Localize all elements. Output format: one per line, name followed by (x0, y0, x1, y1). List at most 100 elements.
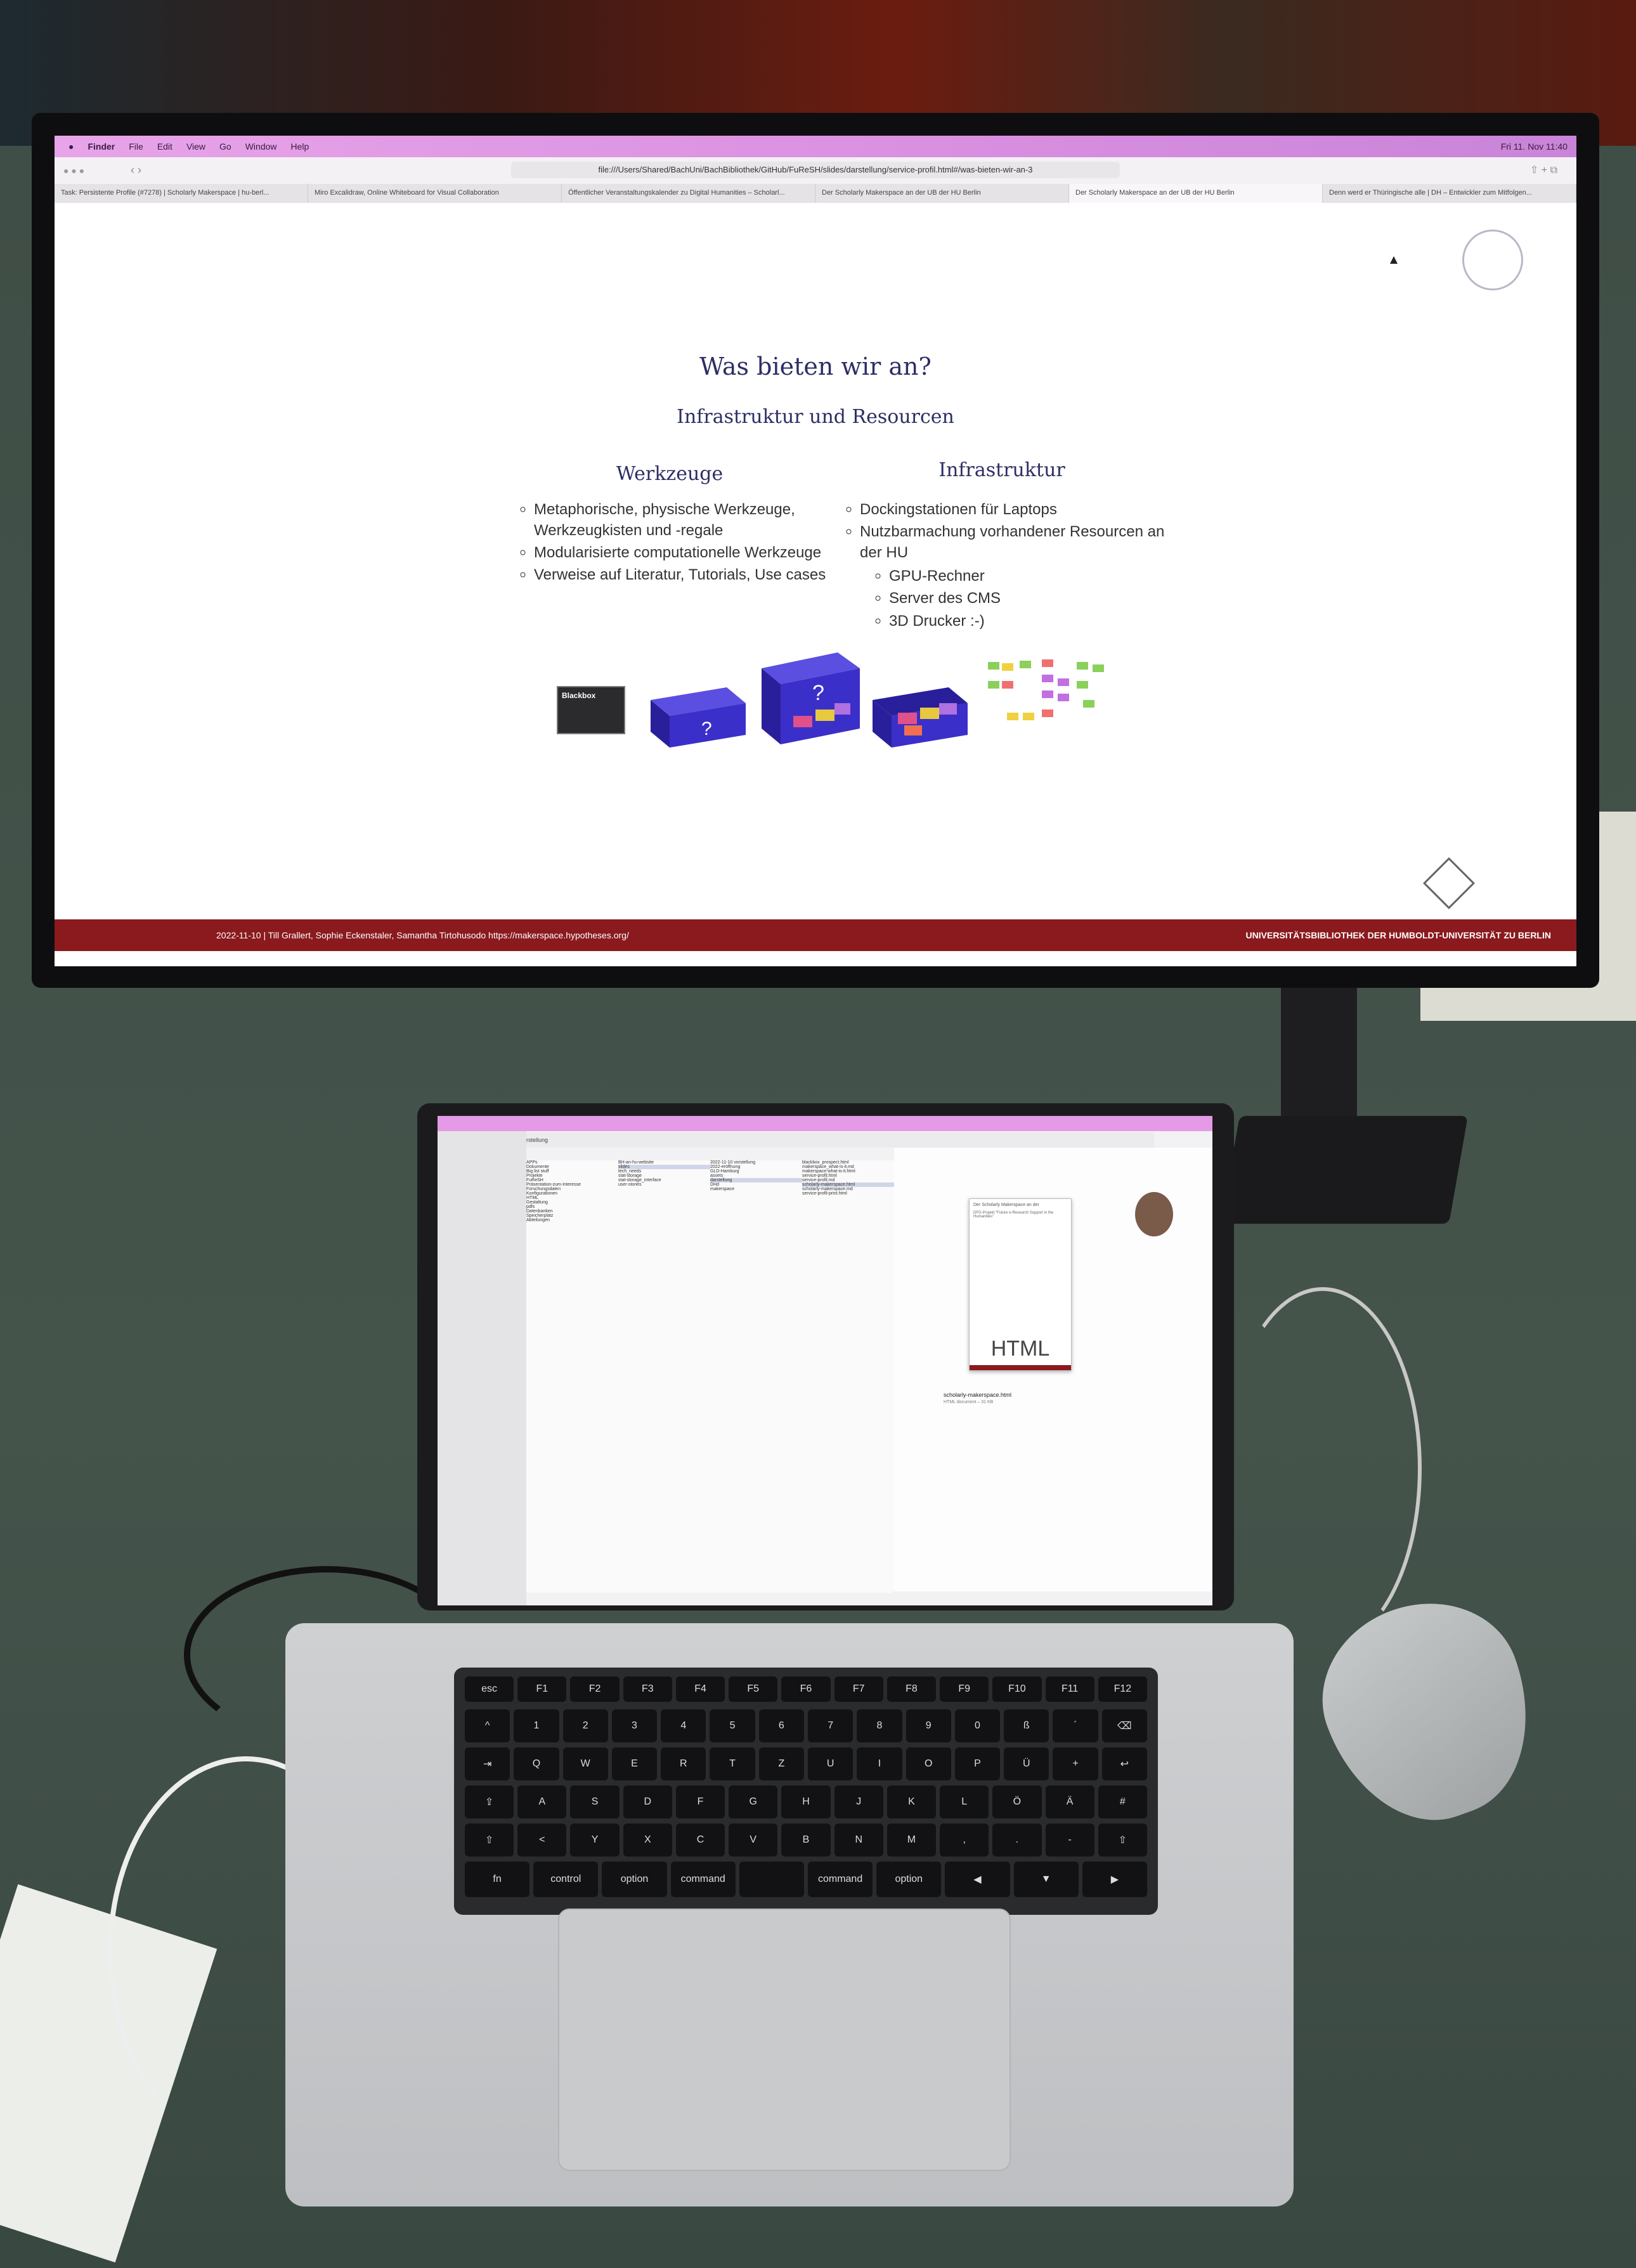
finder-item[interactable]: APPs (526, 1160, 618, 1165)
key[interactable]: 1 (514, 1709, 559, 1742)
finder-item[interactable]: makerspace_what-is-it.md (802, 1165, 894, 1169)
finder-item[interactable]: service-profil-print.html (802, 1191, 894, 1196)
key[interactable]: J (834, 1785, 883, 1818)
finder-column-1[interactable]: APPs Dokumente Big list stuff Projekte F… (526, 1160, 619, 1593)
key[interactable]: ß (1004, 1709, 1049, 1742)
key[interactable]: F2 (570, 1676, 620, 1702)
key[interactable]: 4 (661, 1709, 706, 1742)
key[interactable]: F12 (1098, 1676, 1147, 1702)
key[interactable]: - (1045, 1824, 1094, 1857)
key[interactable]: + (1053, 1747, 1098, 1780)
key[interactable]: A (517, 1785, 567, 1818)
finder-item[interactable]: Dokumente (526, 1165, 618, 1169)
key[interactable]: ⇧ (1098, 1824, 1147, 1857)
key[interactable]: 7 (808, 1709, 854, 1742)
key[interactable]: Ü (1004, 1747, 1049, 1780)
key[interactable]: command (670, 1862, 736, 1897)
key[interactable]: ↩ (1101, 1747, 1147, 1780)
key[interactable]: 0 (954, 1709, 1001, 1742)
finder-item[interactable]: scholarly-makerspace.html (802, 1183, 894, 1187)
finder-column-4[interactable]: blackbox_prospect.html makerspace_what-i… (802, 1160, 895, 1593)
key[interactable]: esc (465, 1676, 514, 1702)
finder-column-3[interactable]: 2022-11-10 vorstellung 2022-eröffnung GL… (710, 1160, 803, 1593)
finder-item[interactable]: Forschungsdaten (526, 1187, 618, 1191)
url-bar[interactable]: file:///Users/Shared/BachUni/BachBibliot… (511, 162, 1120, 178)
key[interactable]: Q (514, 1747, 559, 1780)
apple-icon[interactable]: ● (68, 141, 74, 152)
key[interactable]: D (623, 1785, 672, 1818)
finder-item[interactable]: Abteilungen (526, 1218, 618, 1222)
key[interactable]: F (675, 1785, 725, 1818)
key[interactable] (739, 1862, 804, 1897)
finder-sidebar[interactable] (438, 1131, 526, 1605)
key[interactable]: V (729, 1824, 778, 1857)
browser-tab[interactable]: Miro Excalidraw, Online Whiteboard for V… (308, 184, 562, 203)
finder-item[interactable]: service-profil.html (802, 1174, 894, 1178)
key[interactable]: ▼ (1013, 1862, 1079, 1897)
key[interactable]: option (602, 1862, 667, 1897)
key[interactable]: Ä (1045, 1785, 1094, 1818)
key[interactable]: ´ (1053, 1709, 1098, 1742)
browser-tab[interactable]: Denn werd er Thüringische alle | DH – En… (1323, 184, 1576, 203)
key[interactable]: F3 (623, 1676, 672, 1702)
key[interactable]: ⇪ (465, 1785, 514, 1818)
finder-item[interactable]: blackbox_prospect.html (802, 1160, 894, 1165)
key[interactable]: K (886, 1785, 937, 1818)
key[interactable]: 5 (710, 1709, 755, 1742)
key[interactable]: U (808, 1747, 854, 1780)
key[interactable]: O (906, 1747, 951, 1780)
finder-item[interactable]: service-profil.md (802, 1178, 894, 1183)
key[interactable]: F1 (517, 1676, 567, 1702)
finder-item[interactable]: FuReSH (526, 1178, 618, 1183)
key[interactable]: Z (758, 1747, 804, 1780)
finder-item[interactable]: Datenbanken (526, 1209, 618, 1214)
finder-item[interactable]: BH-an-hu-website (618, 1160, 710, 1165)
finder-item[interactable]: makerspace-what-is-it.html (802, 1169, 894, 1174)
key[interactable]: 3 (611, 1709, 658, 1742)
finder-item[interactable]: darstellung (710, 1178, 802, 1183)
key[interactable]: command (808, 1862, 873, 1897)
finder-item[interactable]: Projekte (526, 1174, 618, 1178)
key[interactable]: # (1098, 1785, 1147, 1818)
key[interactable]: control (533, 1862, 599, 1897)
key[interactable]: R (661, 1747, 706, 1780)
key[interactable]: 9 (906, 1709, 951, 1742)
key[interactable]: L (940, 1785, 989, 1818)
key[interactable]: . (992, 1824, 1042, 1857)
key[interactable]: < (517, 1824, 567, 1857)
menubar-clock[interactable]: Fri 11. Nov 11:40 (1501, 141, 1568, 152)
key[interactable]: F10 (992, 1676, 1042, 1702)
menu-help[interactable]: Help (291, 141, 309, 152)
key[interactable]: I (857, 1747, 902, 1780)
key[interactable]: option (876, 1862, 942, 1897)
key[interactable]: Y (570, 1824, 620, 1857)
key[interactable]: ▶ (1082, 1862, 1147, 1897)
share-icon[interactable]: ⇧ + ⧉ (1530, 164, 1557, 176)
key[interactable]: F8 (886, 1676, 937, 1702)
menu-view[interactable]: View (186, 141, 205, 152)
finder-item[interactable]: Speicherplatz (526, 1214, 618, 1218)
finder-item[interactable]: GLD-Hamburg (710, 1169, 802, 1174)
browser-tab[interactable]: Öffentlicher Veranstaltungskalender zu D… (562, 184, 815, 203)
key[interactable]: M (886, 1824, 937, 1857)
finder-item[interactable]: stat-storage (618, 1174, 710, 1178)
key[interactable]: ⇥ (465, 1747, 510, 1780)
finder-item[interactable]: 2022-11-10 vorstellung (710, 1160, 802, 1165)
window-controls[interactable]: ● ● ● (63, 165, 84, 176)
finder-item[interactable]: Big list stuff (526, 1169, 618, 1174)
key[interactable]: F5 (729, 1676, 778, 1702)
key[interactable]: ^ (465, 1709, 510, 1742)
key[interactable]: F6 (781, 1676, 831, 1702)
menu-go[interactable]: Go (219, 141, 231, 152)
finder-item[interactable]: Gestaltung (526, 1200, 618, 1205)
browser-tab[interactable]: Der Scholarly Makerspace an der UB der H… (815, 184, 1069, 203)
finder-item[interactable]: HTML (526, 1196, 618, 1200)
slide-navigation-control[interactable] (1422, 857, 1476, 910)
key[interactable]: 8 (857, 1709, 902, 1742)
finder-column-2[interactable]: BH-an-hu-website slides tech_needs stat-… (618, 1160, 711, 1593)
finder-item[interactable]: makerspace (710, 1187, 802, 1191)
key[interactable]: ⇧ (465, 1824, 514, 1857)
finder-item[interactable]: assets (710, 1174, 802, 1178)
finder-item[interactable]: stat-storage_interface (618, 1178, 710, 1183)
finder-item[interactable]: tech_needs (618, 1169, 710, 1174)
